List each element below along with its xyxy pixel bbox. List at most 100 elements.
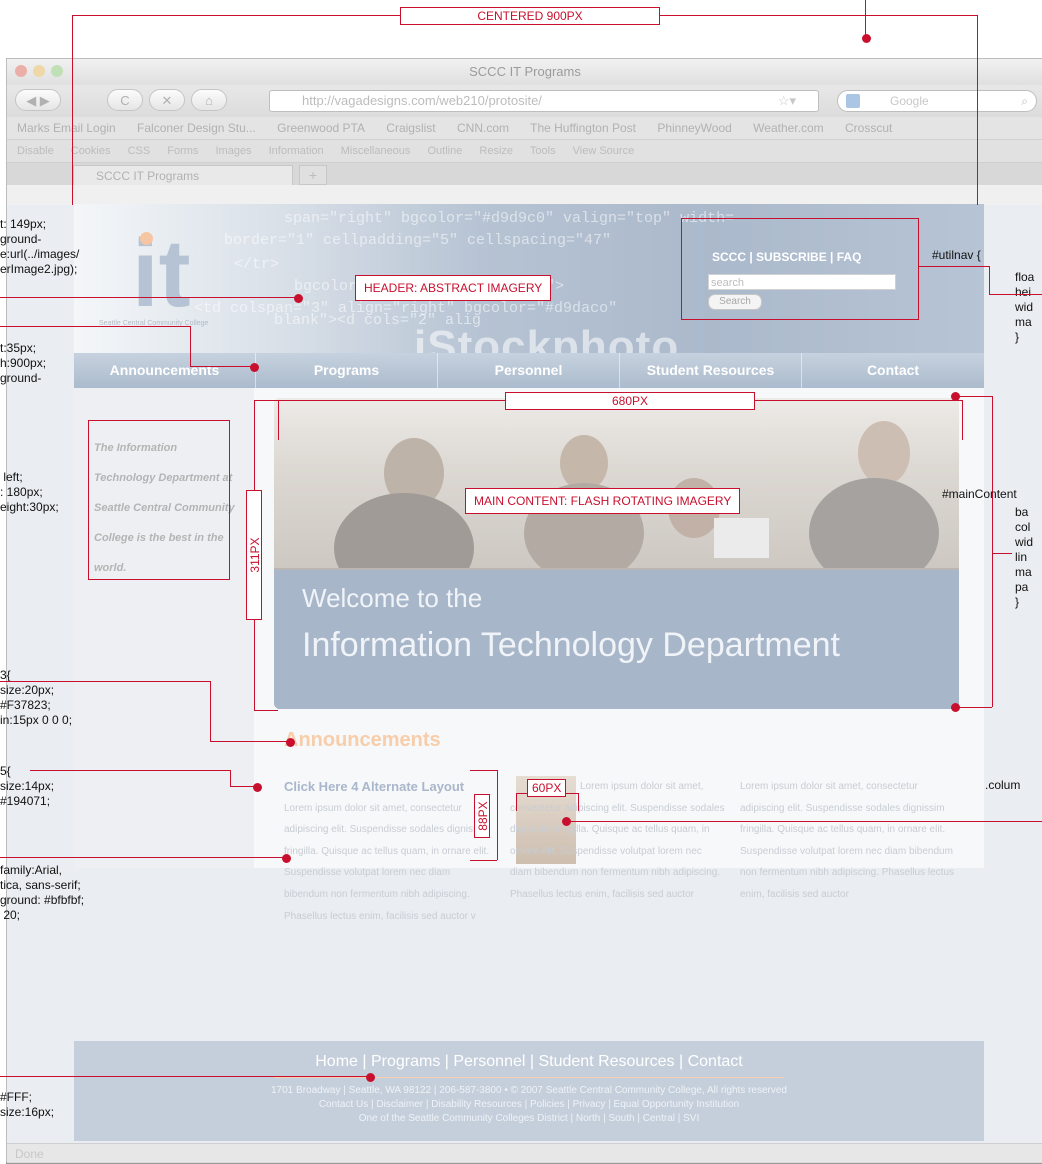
nav-pointer-line [190, 326, 191, 366]
home-button[interactable]: ⌂ [191, 89, 227, 111]
bookmark-item[interactable]: Weather.com [753, 121, 823, 135]
nav-css-snippet: t:35px; h:900px; ground- [0, 341, 47, 385]
bookmark-item[interactable]: Crosscut [845, 121, 892, 135]
dev-menu-miscellaneous[interactable]: Miscellaneous [341, 145, 411, 157]
body-pointer-dot [282, 854, 291, 863]
utilnav-pointer-line [919, 266, 989, 267]
web-search-input[interactable]: Google ⌕ [837, 90, 1037, 112]
welcome-line-2: Information Technology Department [302, 626, 841, 664]
dev-menu-cookies[interactable]: Cookies [71, 145, 111, 157]
height-88-label: 88PX [476, 801, 490, 831]
dev-menu-images[interactable]: Images [215, 145, 251, 157]
dev-menu-outline[interactable]: Outline [427, 145, 462, 157]
people-photo-icon [334, 421, 939, 603]
back-forward-button[interactable]: ◀ ▶ [15, 89, 61, 111]
nav-personnel[interactable]: Personnel [438, 353, 620, 388]
reload-button[interactable]: C [107, 89, 143, 111]
footer-css-snippet: #FFF; size:16px; [0, 1090, 55, 1119]
footer-pointer-line [0, 1076, 370, 1077]
nav-programs[interactable]: Programs [256, 353, 438, 388]
utilnav-css: #utilnav { [932, 248, 981, 262]
stop-icon: ✕ [161, 93, 173, 108]
alternate-layout-link[interactable]: Click Here 4 Alternate Layout [284, 776, 494, 798]
url-input[interactable]: http://vagadesigns.com/web210/protosite/… [269, 90, 819, 112]
announcements-heading: Announcements [284, 729, 441, 751]
maincontent-css: #mainContent [942, 487, 1017, 501]
maincontent-bracket [955, 707, 992, 708]
dev-menu-view-source[interactable]: View Source [573, 145, 635, 157]
back-arrow-icon: ◀ ▶ [26, 93, 50, 108]
tab-sccc-it-programs[interactable]: SCCC IT Programs [73, 165, 293, 185]
header-label: HEADER: ABSTRACT IMAGERY [355, 275, 552, 301]
header-pointer-line [0, 297, 298, 298]
footer-divider [274, 1077, 784, 1078]
height-311-tick [254, 710, 278, 711]
h5-pointer-dot [253, 783, 262, 792]
welcome-line-1: Welcome to the [302, 583, 483, 613]
nav-student-resources[interactable]: Student Resources [620, 353, 802, 388]
new-tab-plus-icon[interactable]: + [299, 165, 327, 185]
height-88-tick [470, 770, 497, 771]
left-bracket-line [72, 15, 73, 205]
dev-menu-disable[interactable]: Disable [17, 145, 54, 157]
dev-menu-information[interactable]: Information [269, 145, 324, 157]
bookmark-item[interactable]: Marks Email Login [17, 121, 116, 135]
nav-contact[interactable]: Contact [802, 353, 984, 388]
centered-width-label: CENTERED 900PX [400, 7, 660, 25]
bookmark-star-icon[interactable]: ☆▾ [778, 91, 796, 111]
h3-css-snippet: 3{ size:20px; #F37823; in:15px 0 0 0; [0, 668, 73, 727]
dev-menu-css[interactable]: CSS [128, 145, 151, 157]
bookmarks-bar: Marks Email Login Falconer Design Stu...… [7, 117, 1042, 140]
dev-menu-tools[interactable]: Tools [530, 145, 556, 157]
text-column-3: Lorem ipsum dolor sit amet, consectetur … [740, 776, 965, 906]
stop-button[interactable]: ✕ [149, 89, 185, 111]
bookmark-item[interactable]: CNN.com [457, 121, 509, 135]
status-bar: Done [7, 1143, 1042, 1163]
footer-nav[interactable]: Home | Programs | Personnel | Student Re… [74, 1053, 984, 1071]
team-photo [274, 398, 959, 603]
body-css-snippet: family:Arial, tica, sans-serif; ground: … [0, 863, 85, 922]
footer-pointer-dot [366, 1073, 375, 1082]
dev-menu-forms[interactable]: Forms [167, 145, 198, 157]
utilnav-pointer-line [989, 294, 1042, 295]
web-developer-toolbar: Disable Cookies CSS Forms Images Informa… [7, 140, 1042, 163]
h5-pointer-line [230, 770, 231, 786]
h3-pointer-line [0, 681, 210, 682]
bookmark-item[interactable]: PhinneyWood [657, 121, 732, 135]
text-column-1: Click Here 4 Alternate Layout Lorem ipsu… [284, 776, 494, 927]
width-680-label: 680PX [505, 392, 755, 410]
height-88-tick [470, 860, 497, 861]
header-code-text: </tr> [234, 256, 280, 273]
portrait-pointer-line [566, 821, 1042, 822]
footer-address: 1701 Broadway | Seattle, WA 98122 | 206-… [271, 1085, 787, 1096]
header-code-text: border="1" cellpadding="5" cellspacing="… [224, 232, 612, 249]
bookmark-item[interactable]: Greenwood PTA [277, 121, 365, 135]
nav-pointer-line [0, 326, 190, 327]
leftcol-css-snippet: left; : 180px; eight:30px; [0, 470, 59, 514]
tagline-highlight-box [88, 420, 230, 580]
footer-links[interactable]: Contact Us | Disclaimer | Disability Res… [74, 1099, 984, 1110]
pointer-line [865, 0, 866, 38]
bookmark-item[interactable]: Falconer Design Stu... [137, 121, 256, 135]
watermark-text: iStockphoto [414, 322, 680, 353]
h3-pointer-line [210, 681, 211, 742]
bookmark-item[interactable]: The Huffington Post [530, 121, 636, 135]
maincontent-css-props: ba col wid lin ma pa } [1015, 505, 1034, 609]
magnifier-icon[interactable]: ⌕ [1021, 91, 1028, 111]
bookmark-item[interactable]: Craigslist [386, 121, 435, 135]
width-680-tick [962, 400, 963, 440]
height-88-label-box: 88PX [474, 794, 490, 838]
width-60-tick [578, 793, 579, 811]
browser-toolbar: ◀ ▶ C ✕ ⌂ http://vagadesigns.com/web210/… [7, 85, 1042, 117]
nav-announcements[interactable]: Announcements [74, 353, 256, 388]
h3-pointer-line [210, 741, 290, 742]
flash-rotator[interactable]: Welcome to the Information Technology De… [274, 398, 959, 709]
site-footer: Home | Programs | Personnel | Student Re… [74, 1041, 984, 1141]
tab-bar: SCCC IT Programs + [7, 163, 1042, 185]
dev-menu-resize[interactable]: Resize [479, 145, 513, 157]
maincontent-bracket [992, 396, 993, 707]
h5-pointer-line [30, 770, 230, 771]
maincontent-bracket [955, 396, 992, 397]
status-text: Done [15, 1147, 44, 1161]
footer-district[interactable]: One of the Seattle Community Colleges Di… [74, 1113, 984, 1124]
